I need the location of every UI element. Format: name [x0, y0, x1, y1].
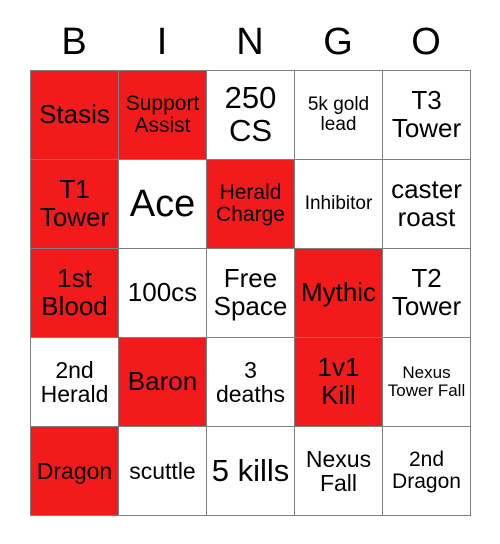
- bingo-cell-label: 1st Blood: [41, 263, 108, 321]
- bingo-cell-r2c1[interactable]: T1 Tower: [31, 160, 119, 249]
- bingo-cell-label: T2 Tower: [391, 263, 462, 321]
- bingo-cell-r2c5[interactable]: caster roast: [383, 160, 471, 249]
- bingo-cell-label: 250 CS: [224, 80, 277, 148]
- bingo-card: B I N G O Stasis Support Assist 250 CS 5…: [0, 0, 500, 544]
- bingo-header-row: B I N G O: [30, 14, 470, 70]
- bingo-cell-r3c3-free-space[interactable]: Free Space: [207, 249, 295, 338]
- bingo-grid: Stasis Support Assist 250 CS 5k gold lea…: [30, 70, 471, 516]
- bingo-cell-r1c5[interactable]: T3 Tower: [383, 71, 471, 160]
- bingo-cell-r5c1[interactable]: Dragon: [31, 427, 119, 516]
- bingo-cell-r2c4[interactable]: Inhibitor: [295, 160, 383, 249]
- bingo-cell-label: 2nd Herald: [40, 356, 109, 407]
- bingo-cell-r1c4[interactable]: 5k gold lead: [295, 71, 383, 160]
- bingo-cell-label: Nexus Fall: [305, 445, 372, 496]
- bingo-cell-label: Herald Charge: [216, 180, 285, 226]
- bingo-cell-r4c1[interactable]: 2nd Herald: [31, 338, 119, 427]
- bingo-cell-label: 5k gold lead: [307, 93, 370, 135]
- bingo-header-letter-b: B: [61, 21, 87, 63]
- bingo-cell-r1c3[interactable]: 250 CS: [207, 71, 295, 160]
- bingo-cell-r3c5[interactable]: T2 Tower: [383, 249, 471, 338]
- bingo-cell-r4c2[interactable]: Baron: [119, 338, 207, 427]
- bingo-cell-r5c5[interactable]: 2nd Dragon: [383, 427, 471, 516]
- bingo-cell-r5c3[interactable]: 5 kills: [207, 427, 295, 516]
- bingo-cell-r3c1[interactable]: 1st Blood: [31, 249, 119, 338]
- bingo-header-letter-n: N: [236, 21, 264, 63]
- bingo-cell-label: Nexus Tower Fall: [387, 362, 466, 400]
- bingo-cell-label: Stasis: [39, 99, 110, 130]
- bingo-cell-r4c4[interactable]: 1v1 Kill: [295, 338, 383, 427]
- bingo-cell-r1c2[interactable]: Support Assist: [119, 71, 207, 160]
- bingo-cell-r2c3[interactable]: Herald Charge: [207, 160, 295, 249]
- bingo-cell-r1c1[interactable]: Stasis: [31, 71, 119, 160]
- bingo-cell-label: T3 Tower: [391, 85, 462, 143]
- bingo-cell-label: scuttle: [129, 457, 196, 484]
- bingo-cell-r4c5[interactable]: Nexus Tower Fall: [383, 338, 471, 427]
- bingo-cell-label: Ace: [129, 182, 196, 225]
- bingo-cell-label: 1v1 Kill: [317, 352, 360, 410]
- bingo-cell-label: T1 Tower: [39, 174, 110, 232]
- bingo-cell-r5c2[interactable]: scuttle: [119, 427, 207, 516]
- bingo-cell-r5c4[interactable]: Nexus Fall: [295, 427, 383, 516]
- bingo-cell-r3c2[interactable]: 100cs: [119, 249, 207, 338]
- bingo-cell-label: Inhibitor: [304, 192, 373, 214]
- bingo-cell-r2c2[interactable]: Ace: [119, 160, 207, 249]
- bingo-cell-label: Mythic: [300, 277, 377, 308]
- bingo-cell-r3c4[interactable]: Mythic: [295, 249, 383, 338]
- bingo-cell-label: 3 deaths: [215, 356, 286, 407]
- bingo-cell-label: caster roast: [391, 174, 462, 232]
- bingo-cell-r4c3[interactable]: 3 deaths: [207, 338, 295, 427]
- bingo-cell-label: Dragon: [36, 457, 113, 484]
- bingo-header-letter-o: O: [411, 21, 441, 63]
- bingo-header-letter-g: G: [323, 21, 353, 63]
- bingo-cell-label: Free Space: [213, 263, 288, 321]
- bingo-cell-label: Support Assist: [125, 91, 200, 137]
- bingo-cell-label: 100cs: [127, 277, 198, 308]
- bingo-cell-label: 5 kills: [211, 452, 290, 488]
- bingo-cell-label: 2nd Dragon: [392, 447, 461, 493]
- bingo-header-letter-i: I: [156, 21, 168, 63]
- bingo-cell-label: Baron: [127, 366, 198, 397]
